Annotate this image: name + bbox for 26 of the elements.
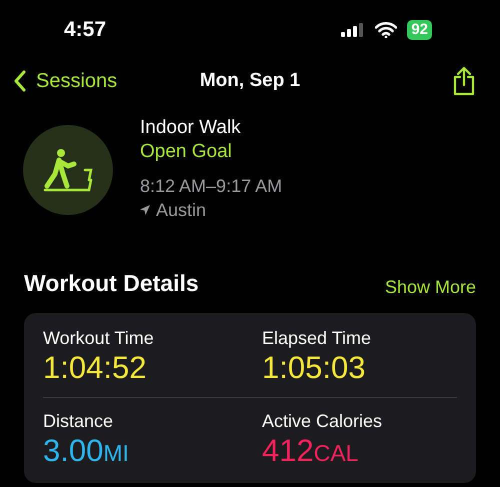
back-button[interactable]: Sessions bbox=[14, 66, 118, 96]
section-title: Workout Details bbox=[24, 269, 199, 298]
workout-goal: Open Goal bbox=[140, 140, 233, 164]
metric-value: 1:05:03 bbox=[262, 348, 366, 386]
workout-name: Indoor Walk bbox=[140, 116, 242, 140]
metric-value: 1:04:52 bbox=[43, 348, 146, 386]
location-arrow-icon bbox=[140, 205, 150, 215]
wifi-icon bbox=[375, 22, 398, 38]
page-title: Mon, Sep 1 bbox=[200, 68, 300, 93]
metric-label: Active Calories bbox=[262, 410, 384, 432]
location: Austin bbox=[156, 199, 206, 222]
chevron-left-icon bbox=[14, 70, 26, 92]
metric-label: Distance bbox=[43, 410, 114, 432]
show-more-link[interactable]: Show More bbox=[384, 274, 476, 300]
metric-value: 3.00 bbox=[43, 432, 104, 470]
metric-label: Workout Time bbox=[43, 326, 155, 348]
time-range: 8:12 AM–9:17 AM bbox=[140, 175, 282, 198]
share-icon[interactable] bbox=[452, 66, 476, 96]
signal-icon bbox=[341, 23, 366, 37]
metric-unit: MI bbox=[103, 438, 129, 468]
treadmill-walker-icon bbox=[43, 148, 93, 192]
metric-value: 412 bbox=[262, 432, 314, 470]
battery-indicator: 92 bbox=[407, 20, 432, 40]
clock: 4:57 bbox=[64, 17, 106, 44]
metric-label: Elapsed Time bbox=[262, 326, 372, 348]
metric-unit: CAL bbox=[314, 438, 358, 468]
